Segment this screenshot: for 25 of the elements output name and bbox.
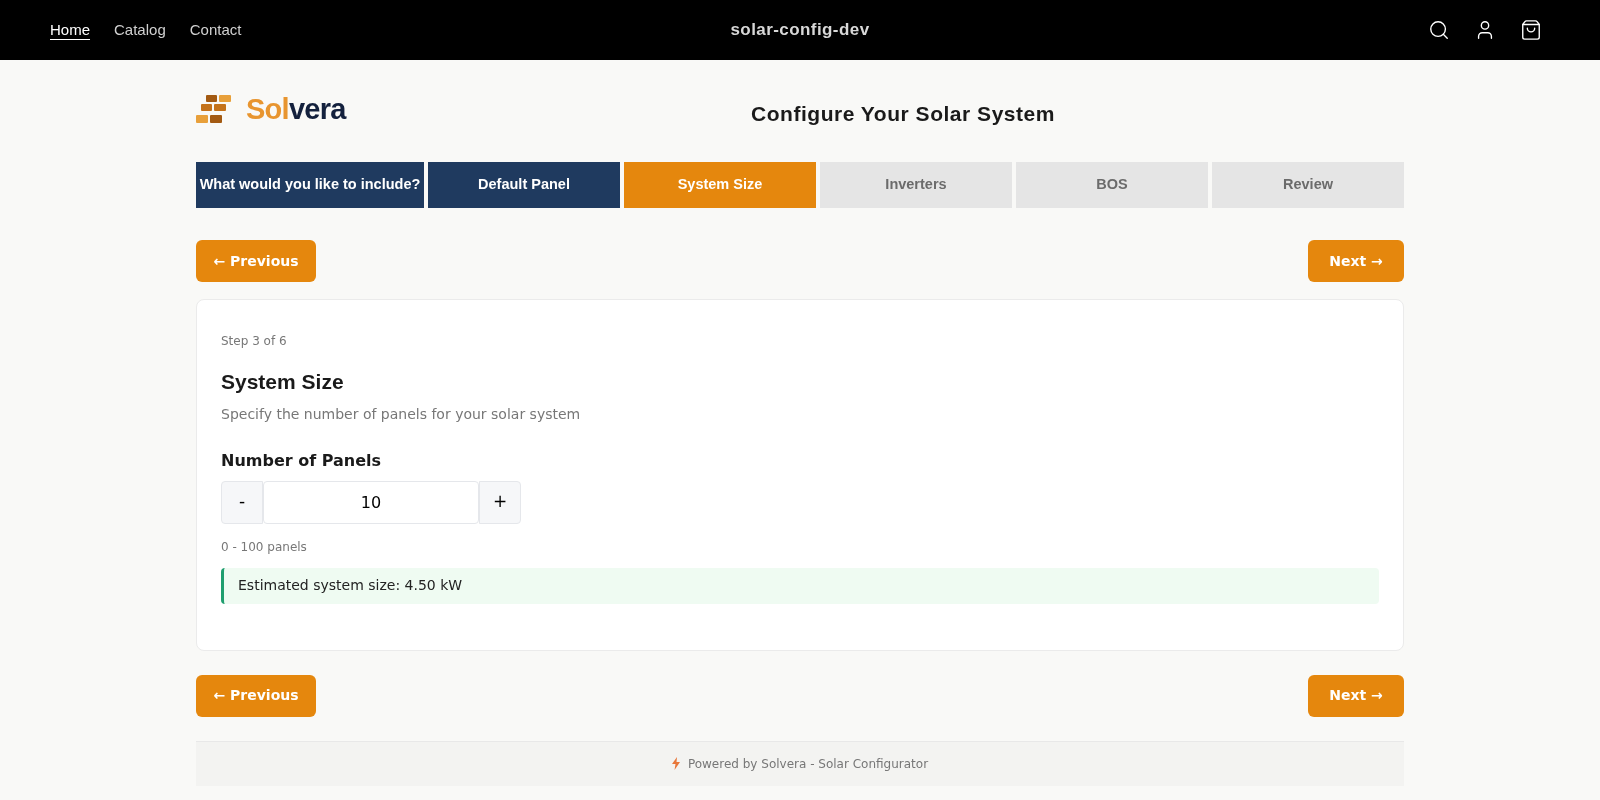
- footer-text: Powered by Solvera - Solar Configurator: [687, 755, 929, 773]
- step-counter: Step 3 of 6: [221, 333, 288, 350]
- increment-button[interactable]: +: [479, 480, 521, 524]
- nav-link[interactable]: Home: [50, 18, 90, 42]
- lightning-icon: [671, 757, 680, 770]
- nav-link[interactable]: Catalog: [114, 18, 166, 42]
- estimate-banner: Estimated system size: 4.50 kW: [221, 567, 1379, 604]
- bag-icon[interactable]: [1520, 19, 1542, 41]
- decrement-button[interactable]: -: [221, 480, 263, 524]
- step-tab[interactable]: What would you like to include?: [196, 162, 424, 208]
- step-tab[interactable]: Review: [1212, 162, 1404, 208]
- card-subtitle: Specify the number of panels for your solar system: [221, 404, 582, 424]
- step-tab[interactable]: Inverters: [820, 162, 1012, 208]
- field-label: Number of Panels: [221, 449, 383, 472]
- panel-count-field[interactable]: 10: [263, 480, 479, 524]
- search-icon[interactable]: [1428, 19, 1450, 41]
- step-tab[interactable]: Default Panel: [428, 162, 620, 208]
- range-hint: 0 - 100 panels: [221, 538, 308, 556]
- store-name: solar-config-dev: [730, 19, 870, 42]
- nav-link[interactable]: Contact: [189, 18, 242, 42]
- page-title: Configure Your Solar System: [751, 101, 1055, 128]
- step-tab[interactable]: BOS: [1016, 162, 1208, 208]
- logo-text: Solvera: [246, 92, 346, 128]
- card-title: System Size: [221, 369, 345, 395]
- logo-icon: [196, 95, 234, 125]
